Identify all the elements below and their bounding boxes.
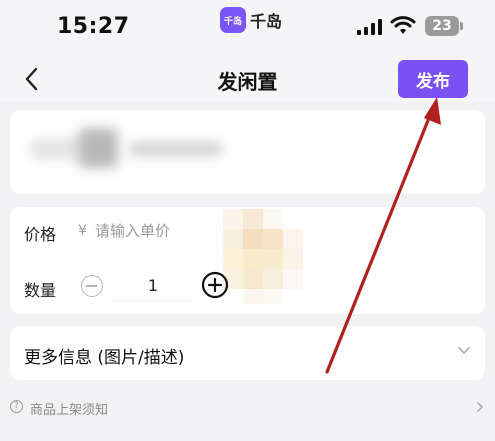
listing-notice-link[interactable]: ? 商品上架须知 — [10, 398, 485, 418]
price-quantity-card: 价格 ¥ 数量 1 — [10, 207, 485, 314]
wifi-icon — [390, 16, 416, 34]
price-label: 价格 — [24, 225, 57, 244]
currency-symbol: ¥ — [78, 223, 87, 239]
status-bar: 15:27 千岛 千岛 23 — [0, 0, 495, 56]
quantity-label: 数量 — [24, 281, 57, 300]
battery-tip — [460, 22, 463, 30]
battery-icon: 23 — [425, 16, 459, 36]
more-info-label: 更多信息 (图片/描述) — [24, 348, 185, 368]
app-logo-name: 千岛 — [250, 12, 283, 31]
app-logo-badge: 千岛 — [220, 7, 246, 33]
blurred-region — [128, 140, 223, 158]
price-input[interactable] — [95, 219, 215, 243]
quantity-value[interactable]: 1 — [113, 273, 193, 301]
blurred-region — [30, 138, 82, 160]
blurred-region — [78, 128, 118, 168]
listing-notice-label: 商品上架须知 — [30, 403, 109, 418]
pixelated-image-region — [223, 209, 303, 304]
minus-circle-icon[interactable] — [81, 275, 103, 297]
question-icon: ? — [10, 400, 23, 413]
status-time: 15:27 — [57, 14, 130, 39]
blurred-item-card — [10, 110, 485, 194]
plus-circle-icon[interactable] — [201, 271, 229, 299]
chevron-down-icon — [458, 347, 470, 354]
app-logo: 千岛 千岛 — [220, 5, 282, 35]
more-info-row[interactable]: 更多信息 (图片/描述) — [10, 326, 485, 380]
nav-bar: 发闲置 发布 — [0, 56, 495, 102]
publish-button[interactable]: 发布 — [398, 60, 468, 98]
signal-icon — [357, 18, 382, 35]
chevron-right-icon — [477, 402, 484, 412]
